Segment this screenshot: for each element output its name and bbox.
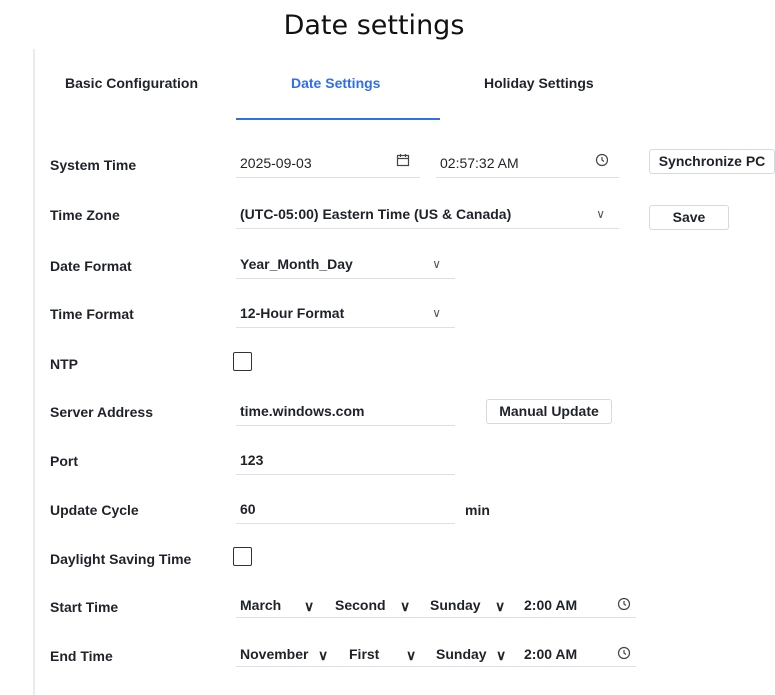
tab-holiday-settings[interactable]: Holiday Settings bbox=[484, 75, 594, 91]
chevron-down-icon: ∨ bbox=[432, 306, 441, 320]
system-date-field[interactable]: 2025-09-03 bbox=[236, 152, 420, 178]
date-format-value: Year_Month_Day bbox=[240, 256, 353, 272]
end-month-select[interactable]: November bbox=[240, 644, 308, 666]
start-week-value: Second bbox=[335, 597, 386, 613]
end-day-select[interactable]: Sunday bbox=[436, 644, 487, 666]
update-cycle-value: 60 bbox=[240, 501, 256, 517]
end-month-value: November bbox=[240, 646, 309, 662]
time-format-value: 12-Hour Format bbox=[240, 305, 345, 321]
clock-icon[interactable] bbox=[617, 646, 631, 665]
end-time-value: 2:00 AM bbox=[524, 646, 578, 662]
start-time-underline bbox=[236, 617, 636, 618]
end-week-value: First bbox=[349, 646, 380, 662]
update-cycle-label: Update Cycle bbox=[50, 502, 139, 518]
update-cycle-input[interactable]: 60 bbox=[236, 498, 455, 524]
chevron-down-icon: ∨ bbox=[406, 647, 417, 663]
chevron-down-icon: ∨ bbox=[596, 207, 605, 221]
system-time-label: System Time bbox=[50, 157, 137, 173]
port-input[interactable]: 123 bbox=[236, 449, 455, 475]
port-value: 123 bbox=[240, 452, 264, 468]
system-date-value: 2025-09-03 bbox=[240, 155, 312, 171]
end-time-underline bbox=[236, 666, 636, 667]
time-format-select[interactable]: 12-Hour Format ∨ bbox=[236, 302, 455, 328]
start-week-select[interactable]: Second bbox=[335, 595, 386, 617]
chevron-down-icon: ∨ bbox=[432, 257, 441, 271]
port-label: Port bbox=[50, 453, 78, 469]
time-zone-value: (UTC-05:00) Eastern Time (US & Canada) bbox=[240, 206, 512, 222]
date-format-select[interactable]: Year_Month_Day ∨ bbox=[236, 253, 455, 279]
active-tab-indicator bbox=[236, 118, 440, 120]
chevron-down-icon: ∨ bbox=[495, 598, 506, 614]
page-title: Date settings bbox=[283, 10, 465, 41]
chevron-down-icon: ∨ bbox=[318, 647, 329, 663]
start-time-label: Start Time bbox=[50, 599, 119, 615]
save-button[interactable]: Save bbox=[649, 205, 729, 230]
start-day-value: Sunday bbox=[430, 597, 481, 613]
system-time-value: 02:57:32 AM bbox=[440, 155, 519, 171]
time-zone-label: Time Zone bbox=[50, 207, 120, 223]
tab-basic-configuration[interactable]: Basic Configuration bbox=[65, 75, 198, 91]
calendar-icon[interactable] bbox=[396, 152, 410, 174]
tab-date-settings[interactable]: Date Settings bbox=[291, 75, 380, 91]
start-day-select[interactable]: Sunday bbox=[430, 595, 481, 617]
chevron-down-icon: ∨ bbox=[400, 598, 411, 614]
ntp-label: NTP bbox=[50, 356, 78, 372]
manual-update-button[interactable]: Manual Update bbox=[486, 399, 612, 424]
start-time-input[interactable]: 2:00 AM bbox=[524, 595, 577, 617]
end-time-input[interactable]: 2:00 AM bbox=[524, 644, 577, 666]
end-day-value: Sunday bbox=[436, 646, 487, 662]
ntp-checkbox[interactable] bbox=[233, 352, 252, 371]
clock-icon[interactable] bbox=[595, 152, 609, 174]
dst-label: Daylight Saving Time bbox=[50, 551, 192, 567]
server-address-value: time.windows.com bbox=[240, 403, 365, 419]
chevron-down-icon: ∨ bbox=[496, 647, 507, 663]
end-time-label: End Time bbox=[50, 648, 113, 664]
time-zone-select[interactable]: (UTC-05:00) Eastern Time (US & Canada) ∨ bbox=[236, 203, 619, 229]
start-month-select[interactable]: March bbox=[240, 595, 281, 617]
chevron-down-icon: ∨ bbox=[304, 598, 315, 614]
server-address-input[interactable]: time.windows.com bbox=[236, 400, 455, 426]
time-format-label: Time Format bbox=[50, 306, 134, 322]
date-format-label: Date Format bbox=[50, 258, 132, 274]
end-week-select[interactable]: First bbox=[349, 644, 379, 666]
left-divider bbox=[33, 49, 35, 695]
clock-icon[interactable] bbox=[617, 597, 631, 616]
system-time-field[interactable]: 02:57:32 AM bbox=[436, 152, 619, 178]
synchronize-pc-button[interactable]: Synchronize PC bbox=[649, 149, 775, 174]
server-address-label: Server Address bbox=[50, 404, 153, 420]
start-month-value: March bbox=[240, 597, 282, 613]
dst-checkbox[interactable] bbox=[233, 547, 252, 566]
start-time-value: 2:00 AM bbox=[524, 597, 578, 613]
update-cycle-unit: min bbox=[465, 502, 490, 518]
